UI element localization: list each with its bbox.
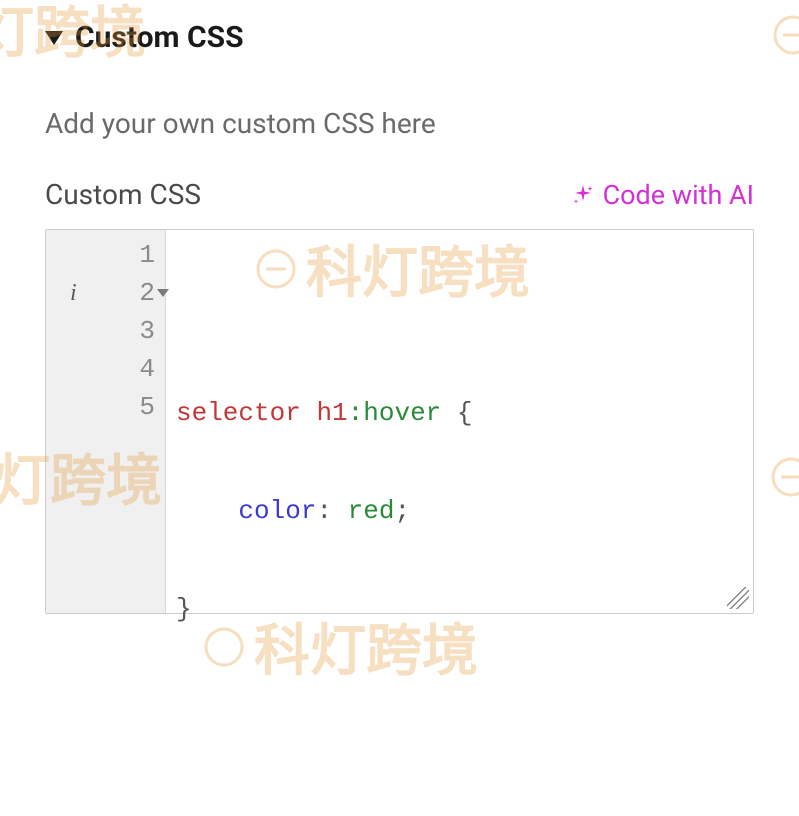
watermark: 科: [767, 436, 799, 517]
line-number: i 2: [46, 274, 165, 312]
code-line: }: [176, 590, 753, 628]
code-editor[interactable]: 1 i 2 3 4 5 selector h1:hover { color: r…: [45, 229, 754, 614]
section-title: Custom CSS: [75, 20, 244, 55]
code-line: color: red;: [176, 492, 753, 530]
sparkle-icon: [571, 183, 595, 207]
code-with-ai-label: Code with AI: [603, 179, 754, 211]
line-number: 1: [46, 236, 165, 274]
line-number: 3: [46, 312, 165, 350]
label-row: Custom CSS Code with AI: [45, 178, 754, 211]
resize-handle-icon[interactable]: [727, 587, 749, 609]
code-with-ai-button[interactable]: Code with AI: [571, 179, 754, 211]
code-line: selector h1:hover {: [176, 394, 753, 432]
field-label: Custom CSS: [45, 178, 201, 211]
code-line: [176, 296, 753, 334]
code-line: [176, 688, 753, 726]
section-header[interactable]: Custom CSS: [45, 20, 754, 55]
gutter: 1 i 2 3 4 5: [46, 230, 166, 613]
line-number: 4: [46, 350, 165, 388]
watermark: 科: [769, 0, 799, 75]
line-number: 5: [46, 388, 165, 426]
info-icon: i: [70, 280, 77, 307]
collapse-triangle-icon: [45, 31, 63, 45]
section-description: Add your own custom CSS here: [45, 107, 754, 140]
code-area[interactable]: selector h1:hover { color: red; }: [166, 230, 753, 613]
